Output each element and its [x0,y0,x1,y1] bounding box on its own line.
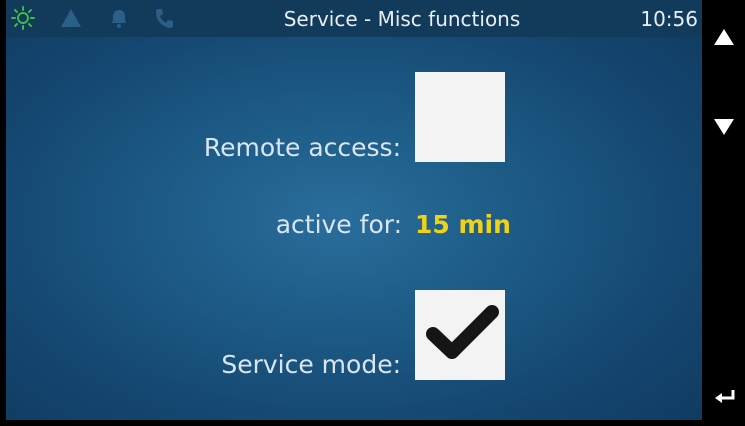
warning-icon [58,5,84,31]
checkmark-icon [426,305,499,359]
main-screen: Service - Misc functions 10:56 Remote ac… [6,0,702,420]
page-title: Service - Misc functions [283,7,521,31]
service-mode-checkbox[interactable] [415,290,505,380]
scroll-up-button[interactable] [702,20,745,54]
clock: 10:56 [640,7,698,31]
sun-icon [10,5,36,31]
bell-icon [106,5,132,31]
active-for-label: active for: [275,210,402,239]
back-button[interactable] [702,382,745,412]
remote-access-checkbox[interactable] [415,72,505,162]
arrow-down-icon [713,119,734,135]
remote-access-label: Remote access: [203,133,401,162]
back-icon [714,390,734,403]
nav-sidebar [702,0,745,426]
status-bar: Service - Misc functions 10:56 [6,0,702,37]
service-mode-label: Service mode: [221,350,401,379]
phone-icon [151,5,177,31]
active-for-value: 15 min [415,210,511,239]
arrow-up-icon [713,29,734,45]
scroll-down-button[interactable] [702,110,745,144]
